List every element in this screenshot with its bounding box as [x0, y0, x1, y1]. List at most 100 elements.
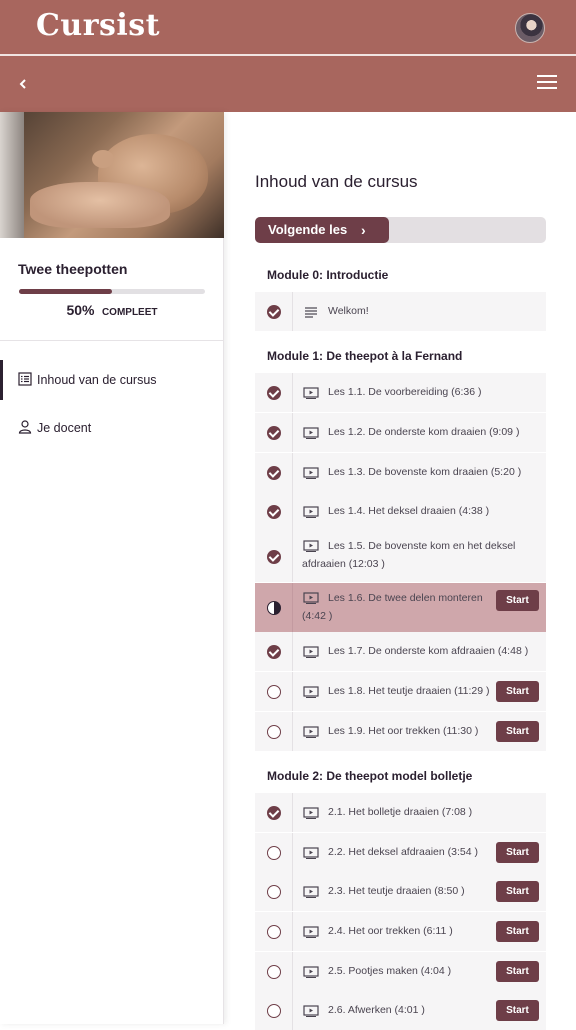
cursist-logo[interactable]: Cursist	[36, 8, 160, 43]
lesson-status-cell	[255, 531, 293, 582]
lesson-row[interactable]: Les 1.8. Het teutje draaien (11:29 ) Star…	[255, 672, 546, 711]
check-circle-icon	[267, 806, 281, 820]
module-title: Module 1: De theepot à la Fernand	[267, 349, 463, 363]
start-lesson-button[interactable]: Start	[496, 721, 539, 742]
chevron-left-icon[interactable]	[14, 73, 32, 95]
start-lesson-button[interactable]: Start	[496, 881, 539, 902]
top-header: Cursist	[0, 0, 576, 54]
user-avatar[interactable]	[515, 13, 545, 43]
start-lesson-button[interactable]: Start	[496, 681, 539, 702]
progress-summary: 50% COMPLEET	[0, 302, 224, 320]
lesson-title: 2.6. Afwerken (4:01 )	[328, 1004, 425, 1016]
empty-circle-icon	[267, 725, 281, 739]
lesson-row[interactable]: Les 1.1. De voorbereiding (6:36 )	[255, 373, 546, 412]
lesson-title-continued: afdraaien (12:03 )	[302, 558, 385, 570]
course-content-panel: Inhoud van de cursus Volgende les › Modu…	[225, 112, 576, 1030]
lesson-status-cell	[255, 793, 293, 832]
video-icon	[303, 847, 319, 859]
video-icon	[303, 506, 319, 518]
list-icon	[18, 372, 32, 386]
lesson-status-cell	[255, 453, 293, 492]
lesson-status-cell	[255, 413, 293, 452]
video-icon	[303, 467, 319, 479]
video-icon	[303, 427, 319, 439]
check-circle-icon	[267, 466, 281, 480]
sidebar-item-course-content[interactable]: Inhoud van de cursus	[0, 360, 224, 400]
course-sidebar: Twee theepotten 50% COMPLEET Inhoud van …	[0, 112, 224, 1024]
video-icon	[303, 886, 319, 898]
next-lesson-button[interactable]: Volgende les ›	[255, 217, 389, 243]
start-lesson-button[interactable]: Start	[496, 961, 539, 982]
lesson-status-cell	[255, 583, 293, 632]
module-title: Module 2: De theepot model bolletje	[267, 769, 473, 783]
video-icon	[303, 686, 319, 698]
sidebar-item-label: Inhoud van de cursus	[37, 373, 157, 387]
start-lesson-button[interactable]: Start	[496, 921, 539, 942]
video-icon	[303, 646, 319, 658]
empty-circle-icon	[267, 685, 281, 699]
lesson-status-cell	[255, 833, 293, 872]
lesson-row[interactable]: Les 1.3. De bovenste kom draaien (5:20 )	[255, 453, 546, 492]
lesson-title: 2.3. Het teutje draaien (8:50 )	[328, 885, 465, 897]
check-circle-icon	[267, 426, 281, 440]
lesson-title: Les 1.7. De onderste kom afdraaien (4:48…	[328, 645, 529, 657]
check-circle-icon	[267, 645, 281, 659]
empty-circle-icon	[267, 1004, 281, 1018]
lesson-row[interactable]: Les 1.4. Het deksel draaien (4:38 )	[255, 492, 546, 531]
lesson-status-cell	[255, 712, 293, 751]
empty-circle-icon	[267, 925, 281, 939]
lesson-row[interactable]: 2.6. Afwerken (4:01 ) Start	[255, 991, 546, 1030]
lesson-title: Les 1.4. Het deksel draaien (4:38 )	[328, 505, 490, 517]
lesson-row[interactable]: Les 1.9. Het oor trekken (11:30 ) Start	[255, 712, 546, 751]
lesson-status-cell	[255, 492, 293, 531]
lesson-row[interactable]: 2.5. Pootjes maken (4:04 ) Start	[255, 952, 546, 991]
lesson-row[interactable]: 2.4. Het oor trekken (6:11 ) Start	[255, 912, 546, 951]
start-lesson-button[interactable]: Start	[496, 1000, 539, 1021]
start-lesson-button[interactable]: Start	[496, 842, 539, 863]
lesson-title: Les 1.5. De bovenste kom en het deksel	[328, 540, 516, 552]
empty-circle-icon	[267, 846, 281, 860]
course-cover-image	[0, 112, 224, 238]
lesson-title: 2.1. Het bolletje draaien (7:08 )	[328, 806, 473, 818]
course-progress-fill	[19, 289, 112, 294]
lesson-row[interactable]: Les 1.6. De twee delen monteren (4:42 ) St…	[255, 583, 546, 632]
video-icon	[303, 592, 319, 604]
video-icon	[303, 1005, 319, 1017]
lesson-status-cell	[255, 991, 293, 1030]
start-lesson-button[interactable]: Start	[496, 590, 539, 611]
progress-percent: 50%	[66, 302, 95, 318]
course-progress-bar	[19, 289, 205, 294]
lesson-title: Welkom!	[328, 305, 369, 317]
check-circle-icon	[267, 505, 281, 519]
lesson-title: 2.4. Het oor trekken (6:11 )	[328, 925, 453, 937]
lesson-title: 2.5. Pootjes maken (4:04 )	[328, 965, 452, 977]
lesson-row[interactable]: Les 1.7. De onderste kom afdraaien (4:48…	[255, 632, 546, 671]
lesson-status-cell	[255, 872, 293, 911]
lesson-row[interactable]: Les 1.5. De bovenste kom en het deksel af…	[255, 531, 546, 582]
sidebar-item-teacher[interactable]: Je docent	[0, 408, 224, 448]
video-icon	[303, 726, 319, 738]
person-icon	[18, 420, 32, 434]
half-circle-icon	[267, 601, 281, 615]
video-icon	[303, 807, 319, 819]
chevron-right-icon: ›	[361, 222, 366, 238]
check-circle-icon	[267, 386, 281, 400]
hamburger-menu-icon[interactable]	[537, 75, 557, 93]
lesson-row[interactable]: 2.3. Het teutje draaien (8:50 ) Start	[255, 872, 546, 911]
course-title: Twee theepotten	[18, 261, 128, 277]
lesson-row[interactable]: 2.1. Het bolletje draaien (7:08 )	[255, 793, 546, 832]
empty-circle-icon	[267, 885, 281, 899]
lesson-title: 2.2. Het deksel afdraaien (3:54 )	[328, 846, 479, 858]
lesson-title: Les 1.1. De voorbereiding (6:36 )	[328, 386, 482, 398]
lesson-title: Les 1.8. Het teutje draaien (11:29 )	[328, 685, 490, 697]
lesson-row[interactable]: Les 1.2. De onderste kom draaien (9:09 )	[255, 413, 546, 452]
video-icon	[303, 966, 319, 978]
video-icon	[303, 926, 319, 938]
lesson-row[interactable]: 2.2. Het deksel afdraaien (3:54 ) Start	[255, 833, 546, 872]
sidebar-divider	[0, 340, 224, 341]
sidebar-item-label: Je docent	[37, 421, 92, 435]
lesson-status-cell	[255, 632, 293, 671]
lesson-row[interactable]: Welkom!	[255, 292, 546, 331]
course-navbar	[0, 56, 576, 112]
lesson-title-continued: (4:42 )	[302, 610, 333, 622]
